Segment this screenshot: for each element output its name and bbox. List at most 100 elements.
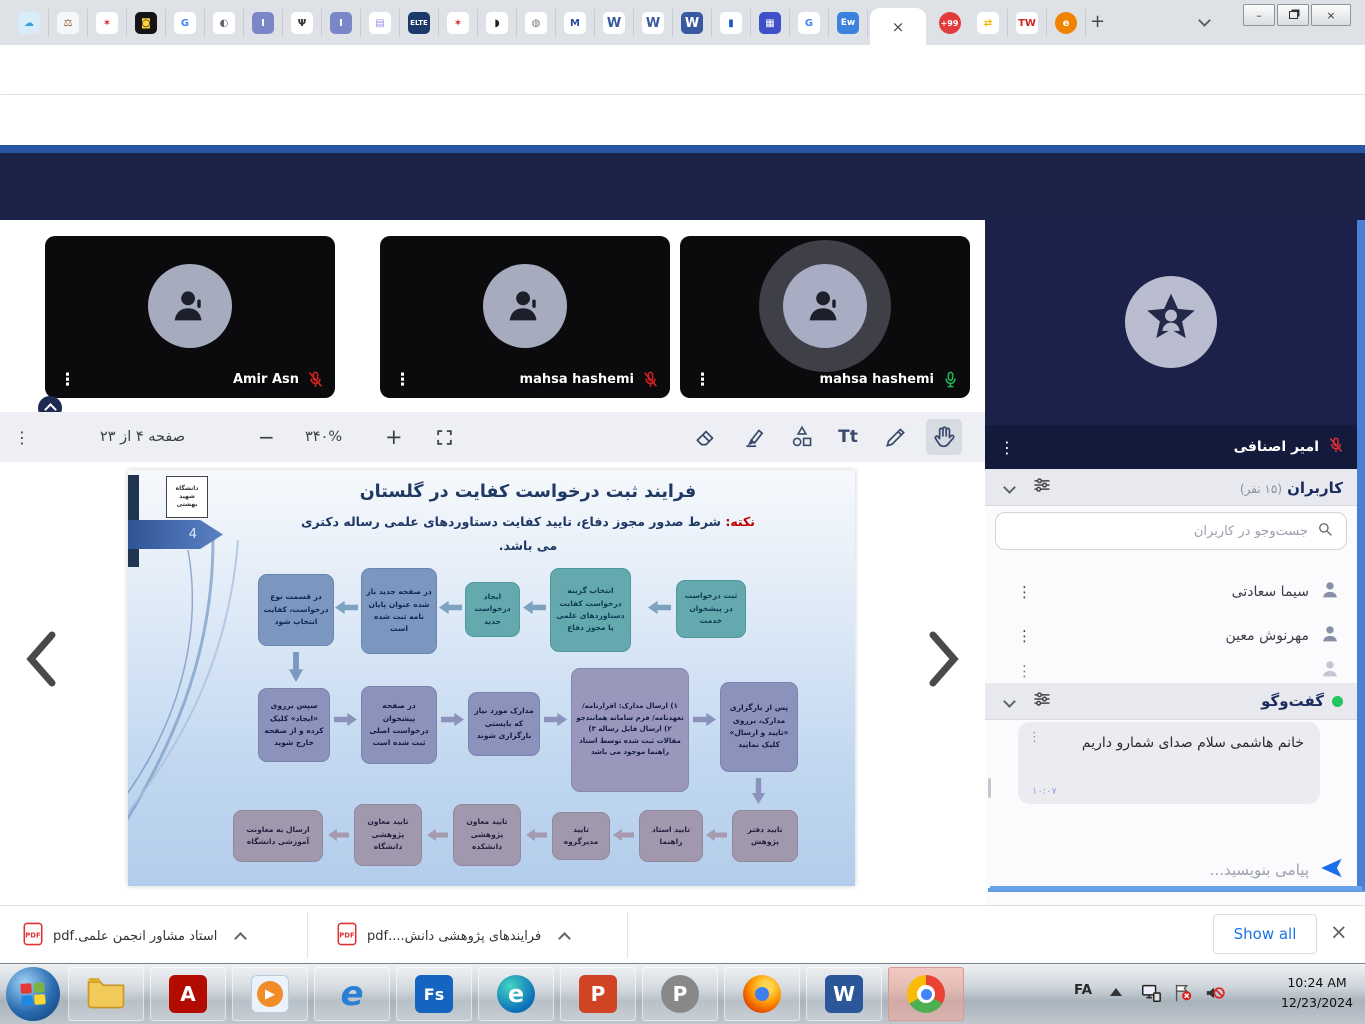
tab-favicon-plus99: +99	[939, 12, 961, 34]
browser-tab[interactable]: +99	[930, 9, 969, 37]
taskbar-edge[interactable]: e	[478, 967, 554, 1021]
fullscreen-icon[interactable]	[435, 412, 454, 462]
browser-tab[interactable]: ✶	[439, 9, 478, 37]
browser-tab[interactable]: G	[166, 9, 205, 37]
browser-tab[interactable]: ▦	[751, 9, 790, 37]
participant-tile[interactable]: ⋮ mahsa hashemi	[380, 236, 670, 398]
document-menu-icon[interactable]: ⋮	[14, 412, 30, 462]
user-row-partial[interactable]: ⋮	[985, 658, 1357, 683]
close-downloads-icon[interactable]: ×	[1330, 920, 1348, 944]
powerpoint-icon: P	[579, 975, 617, 1013]
browser-tab[interactable]: ◗	[478, 9, 517, 37]
tab-close-icon[interactable]: ×	[892, 18, 905, 36]
browser-tab[interactable]: I	[322, 9, 361, 37]
adobe-reader-icon: A	[169, 975, 207, 1013]
browser-tab[interactable]: W	[673, 9, 712, 37]
taskbar-firefox[interactable]	[724, 967, 800, 1021]
hand-tool-selected[interactable]	[926, 419, 962, 455]
browser-tab[interactable]: Ψ	[283, 9, 322, 37]
browser-tab[interactable]: ◐	[205, 9, 244, 37]
tab-favicon-shuffle: ⇄	[977, 12, 999, 34]
volume-muted-icon[interactable]	[1204, 982, 1226, 1008]
language-indicator[interactable]: FA	[1074, 982, 1092, 998]
send-message-icon[interactable]	[1319, 855, 1345, 885]
zoom-out-button[interactable]: −	[258, 412, 275, 462]
message-menu-icon[interactable]: ⋮	[1028, 730, 1041, 745]
browser-tab[interactable]: ▤	[361, 9, 400, 37]
taskbar-internet-explorer[interactable]: e	[314, 967, 390, 1021]
user-menu-icon[interactable]: ⋮	[1017, 662, 1032, 680]
browser-tab[interactable]: ⇄	[969, 9, 1008, 37]
previous-page-chevron-icon[interactable]	[22, 630, 60, 688]
taskbar-word[interactable]: W	[806, 967, 882, 1021]
next-page-chevron-icon[interactable]	[925, 630, 963, 688]
host-menu-icon[interactable]: ⋮	[999, 438, 1015, 457]
download-item[interactable]: PDF استاد مشاور انجمن علمی.pdf	[22, 916, 245, 956]
search-users-input[interactable]: جست‌وجو در کاربران	[995, 512, 1347, 550]
user-row[interactable]: ⋮ مهرنوش معین	[985, 614, 1357, 658]
participant-tile[interactable]: ⋮ Amir Asn	[45, 236, 335, 398]
zoom-in-button[interactable]: +	[385, 412, 403, 462]
user-menu-icon[interactable]: ⋮	[1017, 583, 1032, 601]
tile-menu-icon[interactable]: ⋮	[394, 370, 411, 390]
pen-tool-icon[interactable]	[878, 419, 914, 455]
window-minimize-button[interactable]: –	[1243, 4, 1275, 26]
browser-tab[interactable]: ◙	[127, 9, 166, 37]
text-tool[interactable]: Tt	[830, 419, 866, 455]
tab-search-chevron-icon[interactable]	[1198, 14, 1211, 27]
download-caret-icon[interactable]	[558, 932, 571, 945]
taskbar-clock[interactable]: 10:24 AM 12/23/2024	[1272, 973, 1362, 1013]
browser-tab[interactable]: M	[556, 9, 595, 37]
browser-tab[interactable]: ☁	[10, 9, 49, 37]
chat-panel-header[interactable]: گفت‌وگو	[985, 683, 1357, 720]
users-panel-header[interactable]: کاربران (۱۵ نفر)	[985, 469, 1357, 506]
taskbar-media-player[interactable]: ▶	[232, 967, 308, 1021]
browser-tab[interactable]: e	[1047, 9, 1086, 37]
participant-tile-speaking[interactable]: ⋮ mahsa hashemi	[680, 236, 970, 398]
start-button[interactable]	[6, 967, 60, 1021]
window-restore-button[interactable]	[1277, 4, 1309, 26]
chat-message: ⋮ خانم هاشمی سلام صدای شمارو داریم ۱۰:۰۷	[1018, 722, 1320, 804]
shapes-tool-icon[interactable]	[784, 419, 820, 455]
browser-tab[interactable]: ▮	[712, 9, 751, 37]
user-menu-icon[interactable]: ⋮	[1017, 627, 1032, 645]
tile-menu-icon[interactable]: ⋮	[694, 370, 711, 390]
browser-tab[interactable]: ⚖	[49, 9, 88, 37]
browser-tab[interactable]: W	[595, 9, 634, 37]
collapse-chat-chevron-icon[interactable]	[1003, 695, 1016, 708]
browser-tab[interactable]: I	[244, 9, 283, 37]
user-row[interactable]: ⋮ سیما سعادتی	[985, 570, 1357, 614]
window-close-button[interactable]: ×	[1311, 4, 1351, 26]
browser-tab[interactable]: ◍	[517, 9, 556, 37]
taskbar-psiphon[interactable]: P	[642, 967, 718, 1021]
highlighter-tool-icon[interactable]	[736, 419, 772, 455]
tray-expand-icon[interactable]	[1110, 988, 1122, 996]
taskbar-powerpoint[interactable]: P	[560, 967, 636, 1021]
network-icon[interactable]	[1140, 982, 1162, 1008]
taskbar-explorer[interactable]	[68, 967, 144, 1021]
download-divider	[307, 912, 308, 958]
browser-tab[interactable]: ELTE	[400, 9, 439, 37]
browser-tab[interactable]: W	[634, 9, 673, 37]
browser-tab[interactable]: TW	[1008, 9, 1047, 37]
eraser-tool-icon[interactable]	[688, 419, 724, 455]
taskbar-adobe-reader[interactable]: A	[150, 967, 226, 1021]
taskbar-chrome-active[interactable]	[888, 967, 964, 1021]
tab-favicon-globe-gray: ◍	[525, 12, 547, 34]
browser-tab[interactable]: ✶	[88, 9, 127, 37]
browser-tab[interactable]: Ew	[829, 9, 868, 37]
action-center-flag-icon[interactable]	[1172, 982, 1194, 1008]
taskbar-faststone[interactable]: Fs	[396, 967, 472, 1021]
show-all-downloads-button[interactable]: Show all	[1213, 914, 1317, 954]
new-tab-button[interactable]: +	[1090, 11, 1105, 32]
browser-tab[interactable]: G	[790, 9, 829, 37]
download-item[interactable]: PDF فرایندهای پژوهشی دانش....pdf	[336, 916, 569, 956]
chat-scrollbar-thumb[interactable]	[988, 778, 991, 798]
users-filter-icon[interactable]	[1032, 475, 1052, 499]
host-name: امیر اصنافی	[1234, 439, 1319, 455]
download-caret-icon[interactable]	[234, 932, 247, 945]
collapse-users-chevron-icon[interactable]	[1003, 481, 1016, 494]
active-tab[interactable]: ×	[870, 8, 926, 45]
tile-menu-icon[interactable]: ⋮	[59, 370, 76, 390]
chat-filter-icon[interactable]	[1032, 689, 1052, 713]
